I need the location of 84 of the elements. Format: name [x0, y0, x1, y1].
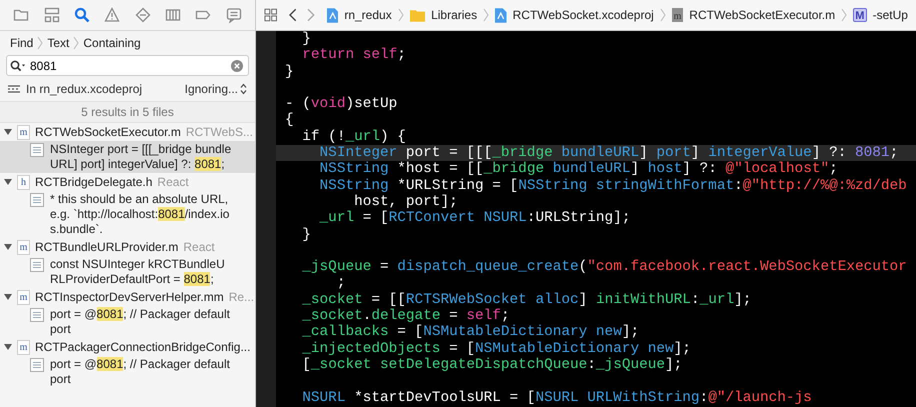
warning-icon[interactable]: [104, 7, 120, 23]
hierarchy-icon[interactable]: [44, 7, 60, 23]
result-match-text: port = @8081; // Packager default port: [50, 307, 231, 337]
speech-bubble-icon[interactable]: [226, 7, 242, 23]
code-line: NSString *URLString = [NSString stringWithFormat:@"http://%@:%zd/deb: [318, 178, 908, 194]
search-icon[interactable]: [74, 7, 90, 23]
code-line: _socket = [[RCTSRWebSocket alloc] initWithURL:_url];: [301, 292, 752, 308]
updown-icon: [240, 83, 247, 95]
search-field[interactable]: 8081: [6, 55, 249, 76]
chevron-icon: [660, 8, 666, 22]
project-icon: [495, 8, 507, 22]
code-line: _url = [RCTConvert NSURL:URLString];: [318, 210, 632, 227]
source-file-icon: h: [17, 174, 30, 190]
forward-icon[interactable]: [307, 8, 315, 22]
jump-bar-item[interactable]: -setUp: [872, 8, 908, 22]
method-icon: M: [853, 8, 867, 22]
find-path-item[interactable]: Containing: [83, 36, 141, 50]
chevron-icon: [37, 36, 44, 50]
result-file-name[interactable]: RCTBridgeDelegate.h: [35, 175, 152, 189]
chevron-icon: [398, 8, 404, 22]
scope-icon: [8, 85, 20, 93]
search-result-row[interactable]: port = @8081; // Packager default port: [0, 356, 255, 388]
columns-icon[interactable]: [165, 7, 182, 23]
jump-bar-item[interactable]: RCTWebSocketExecutor.m: [689, 8, 836, 22]
result-file-name[interactable]: RCTPackagerConnectionBridgeConfig...: [35, 340, 250, 354]
chevron-icon: [73, 36, 80, 50]
folder-icon: [410, 8, 426, 22]
jump-bar-item[interactable]: RCTWebSocket.xcodeproj: [512, 8, 654, 22]
disclosure-triangle-icon[interactable]: [4, 293, 12, 301]
jump-bar-item[interactable]: Libraries: [431, 8, 478, 22]
back-icon[interactable]: [289, 8, 298, 22]
code-line: ;: [336, 275, 346, 292]
search-icon: [10, 60, 26, 72]
code-line: NSString *host = [[_bridge bundleURL] host] ?: @"localhost";: [318, 161, 839, 178]
result-group-name: RCTWebS...: [186, 125, 253, 139]
code-line: {: [284, 112, 295, 129]
source-file-icon: m: [17, 124, 30, 140]
code-line: }: [301, 226, 312, 243]
search-result-row[interactable]: NSInteger port = [[[_bridge bundleURL] port] integerValue] ?: 8081;: [0, 141, 255, 173]
search-input[interactable]: 8081: [28, 58, 229, 72]
code-line: return self;: [301, 47, 407, 64]
code-line: }: [301, 31, 312, 48]
folder-icon[interactable]: [13, 7, 30, 23]
search-result-row[interactable]: port = @8081; // Packager default port: [0, 306, 255, 338]
source-file-icon: m: [17, 240, 30, 254]
result-group-name: Re...: [228, 290, 254, 304]
diamond-icon[interactable]: [134, 7, 151, 23]
source-file-icon: m: [17, 290, 30, 304]
find-path-item[interactable]: Text: [47, 36, 70, 50]
result-match-text: port = @8081; // Packager default port: [50, 357, 231, 387]
chevron-icon: [841, 8, 848, 22]
source-file-icon: m: [17, 340, 30, 354]
code-line: [_socket setDelegateDispatchQueue:_jsQueue];: [301, 356, 684, 374]
code-line: }: [284, 64, 295, 80]
code-line: _socket.delegate = self;: [301, 308, 511, 324]
disclosure-triangle-icon[interactable]: [4, 243, 12, 251]
results-summary: 5 results in 5 files: [0, 101, 255, 123]
code-line: host, port];: [353, 194, 459, 210]
code-line: _callbacks = [NSMutableDictionary new];: [301, 324, 640, 341]
disclosure-triangle-icon[interactable]: [4, 343, 12, 351]
search-result-row[interactable]: const NSUInteger kRCTBundleURLProviderDefaultPort = 8081;: [0, 256, 255, 288]
result-group-name: React: [157, 175, 189, 189]
result-file-name[interactable]: RCTBundleURLProvider.m: [35, 240, 178, 254]
clear-icon[interactable]: [231, 60, 243, 72]
match-option-popup[interactable]: Ignoring...: [184, 82, 238, 96]
find-path-item[interactable]: Find: [10, 36, 34, 50]
grid-icon[interactable]: [264, 8, 278, 22]
result-file-name[interactable]: RCTInspectorDevServerHelper.mm: [35, 290, 224, 304]
code-line: - (void)setUp: [284, 96, 398, 112]
scope-label[interactable]: In rn_redux.xcodeproj: [26, 82, 179, 96]
code-line: _jsQueue = dispatch_queue_create("com.facebook.react.WebSocketExecutor: [301, 259, 908, 276]
code-line: _injectedObjects = [NSMutableDictionary new];: [301, 340, 692, 357]
result-group-name: React: [183, 240, 215, 254]
result-match-text: const NSUInteger kRCTBundleURLProviderDefaultPort = 8081;: [50, 257, 226, 287]
code-line: if (!_url) {: [301, 128, 407, 146]
project-icon: [326, 8, 338, 22]
jump-bar-item[interactable]: rn_redux: [344, 8, 392, 22]
chevron-icon: [483, 8, 490, 22]
code-line: NSURL *startDevToolsURL = [NSURL URLWithString:@"/launch-js: [301, 390, 813, 406]
source-file-icon: m: [672, 8, 684, 22]
disclosure-triangle-icon[interactable]: [4, 128, 12, 136]
disclosure-triangle-icon[interactable]: [4, 178, 12, 186]
result-file-name[interactable]: RCTWebSocketExecutor.m: [35, 125, 181, 139]
result-match-text: NSInteger port = [[[_bridge bundleURL] port] integerValue] ?: 8081;: [50, 142, 232, 172]
